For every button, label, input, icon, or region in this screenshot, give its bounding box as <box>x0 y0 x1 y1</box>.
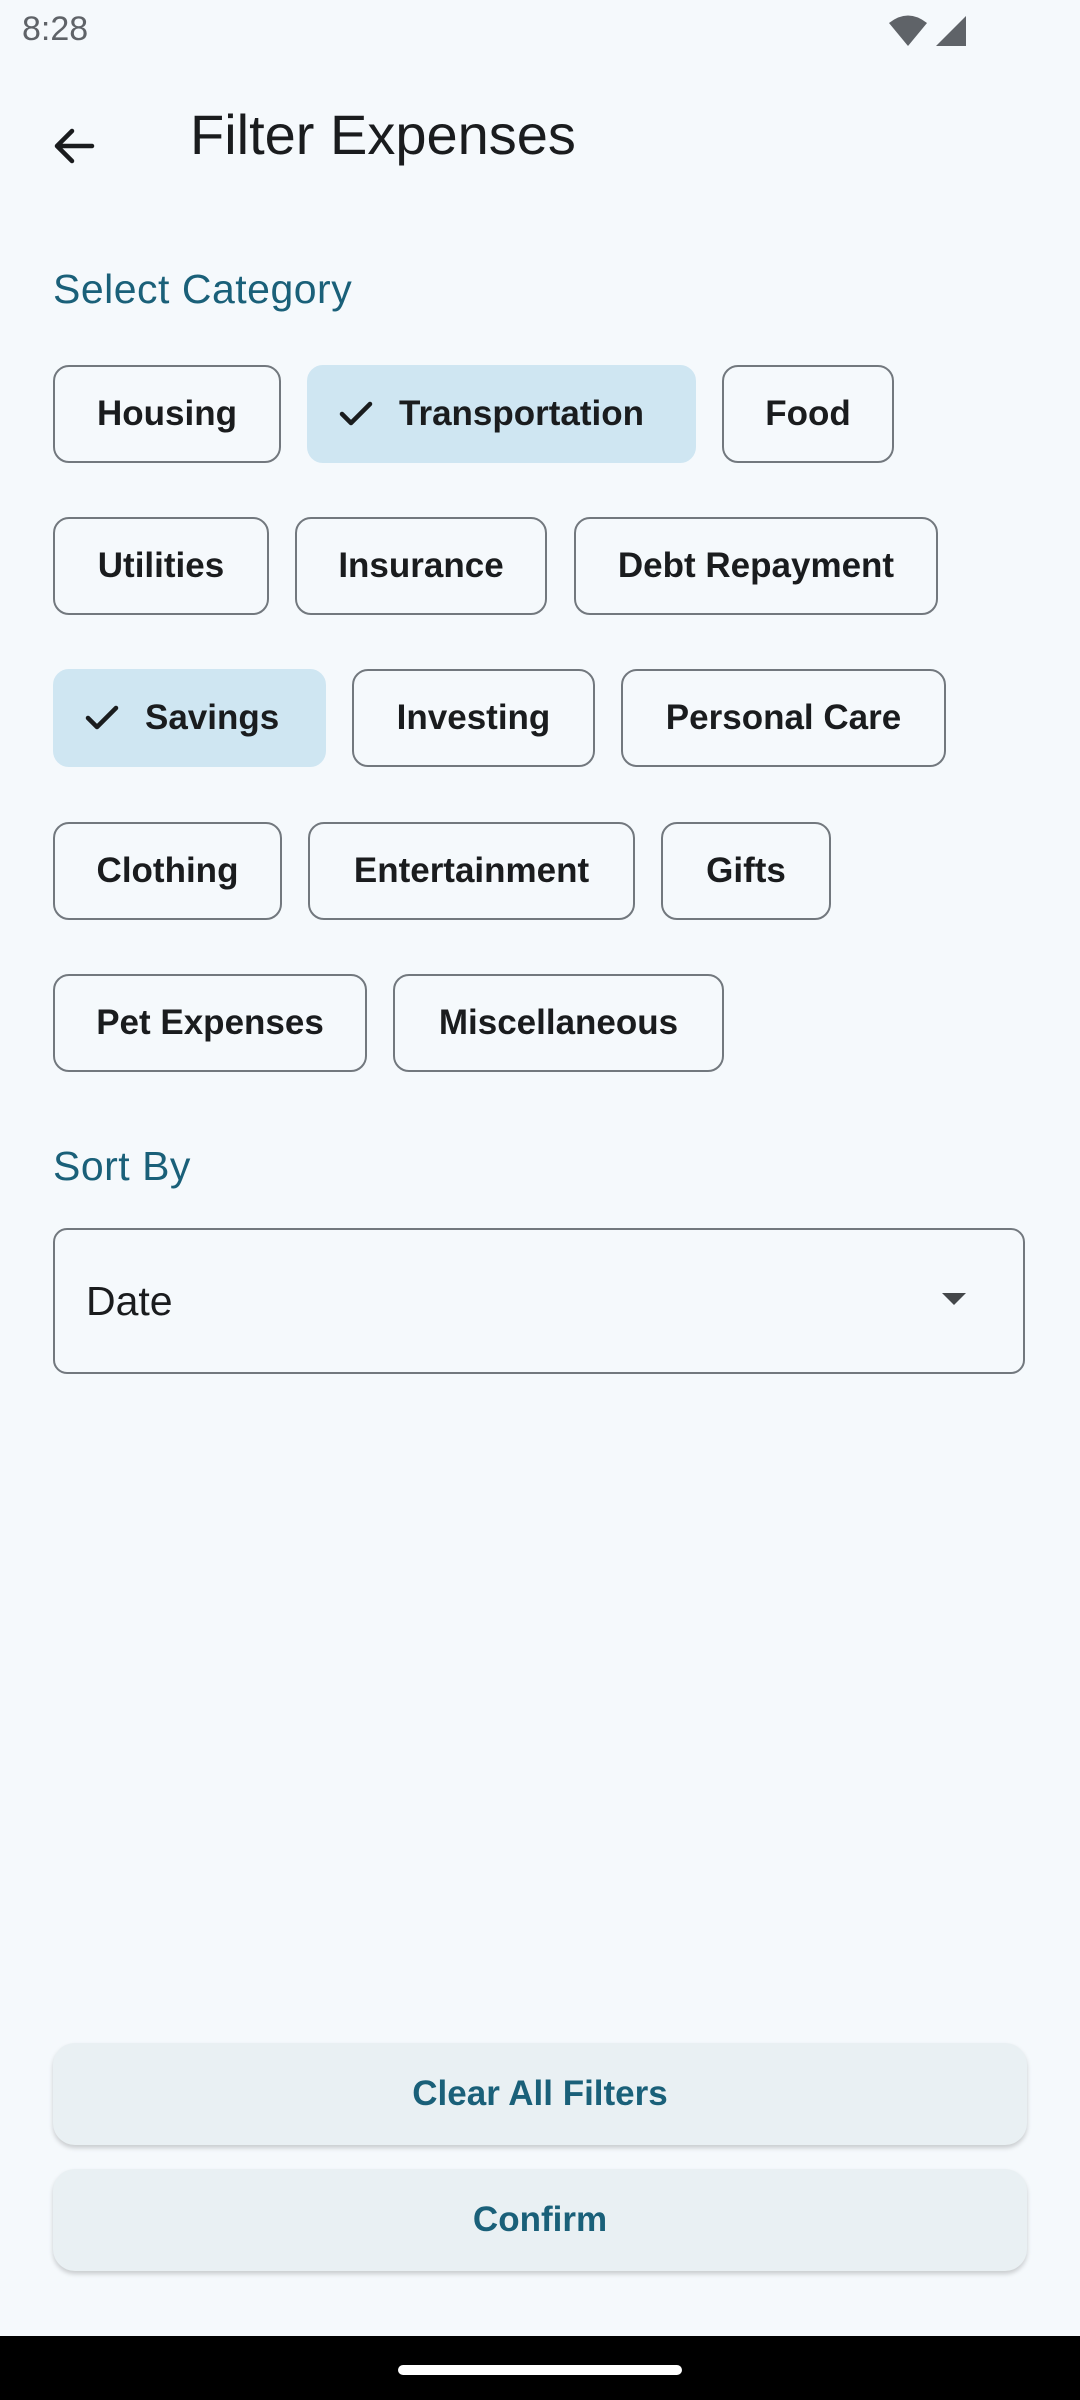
chip-label: Miscellaneous <box>438 1003 679 1042</box>
chip-label: Investing <box>396 698 551 737</box>
chip-label: Entertainment <box>353 851 590 890</box>
chip-investing[interactable]: Investing <box>352 669 595 767</box>
chip-miscellaneous[interactable]: Miscellaneous <box>393 974 724 1072</box>
home-gesture-handle[interactable] <box>398 2365 682 2375</box>
wifi-icon <box>888 14 928 53</box>
arrow-back-icon <box>50 122 98 175</box>
chip-label: Gifts <box>706 851 786 890</box>
chip-label: Insurance <box>338 546 504 585</box>
chip-transportation[interactable]: Transportation <box>307 365 696 463</box>
chip-label: Debt Repayment <box>617 546 895 585</box>
clear-all-filters-label: Clear All Filters <box>412 2074 668 2113</box>
status-icons <box>888 14 968 53</box>
chip-food[interactable]: Food <box>722 365 894 463</box>
system-navigation-bar <box>0 2336 1080 2400</box>
check-icon <box>339 400 373 428</box>
check-icon <box>85 704 119 732</box>
chip-housing[interactable]: Housing <box>53 365 281 463</box>
confirm-button[interactable]: Confirm <box>53 2169 1027 2271</box>
chip-utilities[interactable]: Utilities <box>53 517 269 615</box>
chip-label: Personal Care <box>665 698 902 737</box>
chip-label: Transportation <box>399 394 645 433</box>
status-time: 8:28 <box>22 10 89 48</box>
sort-by-value: Date <box>86 1278 173 1324</box>
chip-label: Clothing <box>96 851 239 890</box>
clear-all-filters-button[interactable]: Clear All Filters <box>53 2043 1027 2145</box>
sort-by-dropdown[interactable]: Date <box>53 1228 1025 1374</box>
chip-label: Pet Expenses <box>96 1003 324 1042</box>
cell-signal-icon <box>934 14 968 53</box>
chip-debt-repayment[interactable]: Debt Repayment <box>574 517 938 615</box>
chip-gifts[interactable]: Gifts <box>661 822 831 920</box>
chip-pet-expenses[interactable]: Pet Expenses <box>53 974 367 1072</box>
dropdown-arrow-icon <box>941 1292 967 1311</box>
chip-entertainment[interactable]: Entertainment <box>308 822 635 920</box>
status-bar: 8:28 <box>0 0 1080 64</box>
chip-personal-care[interactable]: Personal Care <box>621 669 946 767</box>
sort-by-label: Sort By <box>53 1143 191 1189</box>
chip-insurance[interactable]: Insurance <box>295 517 547 615</box>
select-category-label: Select Category <box>53 266 353 312</box>
chip-savings[interactable]: Savings <box>53 669 326 767</box>
chip-label: Savings <box>145 698 280 737</box>
chip-label: Housing <box>97 394 237 433</box>
chip-label: Food <box>765 394 851 433</box>
confirm-label: Confirm <box>472 2200 608 2239</box>
back-button[interactable] <box>30 104 118 192</box>
chip-label: Utilities <box>97 546 225 585</box>
app-bar: Filter Expenses <box>0 64 1080 208</box>
filter-expenses-screen: 8:28 Filter Expenses Select Category Hou… <box>0 0 1080 2400</box>
page-title: Filter Expenses <box>190 103 576 166</box>
chip-clothing[interactable]: Clothing <box>53 822 282 920</box>
